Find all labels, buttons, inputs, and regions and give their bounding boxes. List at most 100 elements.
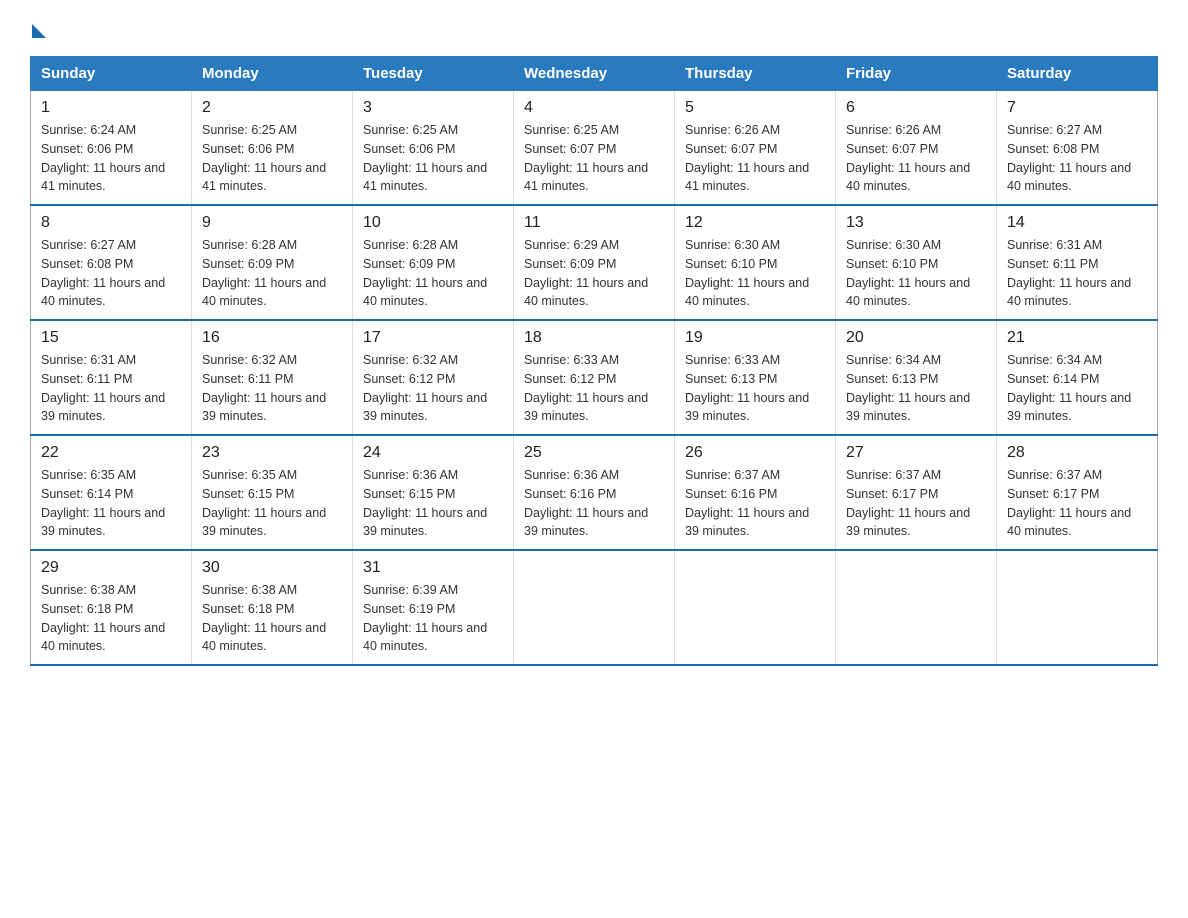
- day-number: 4: [524, 99, 664, 117]
- day-info: Sunrise: 6:32 AMSunset: 6:11 PMDaylight:…: [202, 353, 326, 423]
- day-cell: 23 Sunrise: 6:35 AMSunset: 6:15 PMDaylig…: [192, 435, 353, 550]
- day-info: Sunrise: 6:24 AMSunset: 6:06 PMDaylight:…: [41, 123, 165, 193]
- day-info: Sunrise: 6:33 AMSunset: 6:13 PMDaylight:…: [685, 353, 809, 423]
- day-info: Sunrise: 6:34 AMSunset: 6:14 PMDaylight:…: [1007, 353, 1131, 423]
- day-cell: 29 Sunrise: 6:38 AMSunset: 6:18 PMDaylig…: [31, 550, 192, 665]
- day-cell: 20 Sunrise: 6:34 AMSunset: 6:13 PMDaylig…: [836, 320, 997, 435]
- day-cell: 8 Sunrise: 6:27 AMSunset: 6:08 PMDayligh…: [31, 205, 192, 320]
- day-cell: [836, 550, 997, 665]
- day-cell: 24 Sunrise: 6:36 AMSunset: 6:15 PMDaylig…: [353, 435, 514, 550]
- day-info: Sunrise: 6:36 AMSunset: 6:15 PMDaylight:…: [363, 468, 487, 538]
- day-info: Sunrise: 6:37 AMSunset: 6:17 PMDaylight:…: [1007, 468, 1131, 538]
- day-info: Sunrise: 6:35 AMSunset: 6:15 PMDaylight:…: [202, 468, 326, 538]
- day-number: 30: [202, 559, 342, 577]
- day-cell: [514, 550, 675, 665]
- day-number: 28: [1007, 444, 1147, 462]
- day-cell: [675, 550, 836, 665]
- day-info: Sunrise: 6:28 AMSunset: 6:09 PMDaylight:…: [363, 238, 487, 308]
- header-sunday: Sunday: [31, 57, 192, 91]
- day-number: 8: [41, 214, 181, 232]
- day-info: Sunrise: 6:29 AMSunset: 6:09 PMDaylight:…: [524, 238, 648, 308]
- day-number: 17: [363, 329, 503, 347]
- day-info: Sunrise: 6:37 AMSunset: 6:16 PMDaylight:…: [685, 468, 809, 538]
- day-number: 15: [41, 329, 181, 347]
- day-cell: 6 Sunrise: 6:26 AMSunset: 6:07 PMDayligh…: [836, 91, 997, 206]
- day-info: Sunrise: 6:30 AMSunset: 6:10 PMDaylight:…: [846, 238, 970, 308]
- day-number: 18: [524, 329, 664, 347]
- day-info: Sunrise: 6:33 AMSunset: 6:12 PMDaylight:…: [524, 353, 648, 423]
- day-number: 2: [202, 99, 342, 117]
- day-cell: 30 Sunrise: 6:38 AMSunset: 6:18 PMDaylig…: [192, 550, 353, 665]
- day-number: 9: [202, 214, 342, 232]
- day-number: 20: [846, 329, 986, 347]
- day-cell: 17 Sunrise: 6:32 AMSunset: 6:12 PMDaylig…: [353, 320, 514, 435]
- day-info: Sunrise: 6:39 AMSunset: 6:19 PMDaylight:…: [363, 583, 487, 653]
- day-info: Sunrise: 6:27 AMSunset: 6:08 PMDaylight:…: [41, 238, 165, 308]
- day-cell: 13 Sunrise: 6:30 AMSunset: 6:10 PMDaylig…: [836, 205, 997, 320]
- day-number: 11: [524, 214, 664, 232]
- day-cell: 19 Sunrise: 6:33 AMSunset: 6:13 PMDaylig…: [675, 320, 836, 435]
- day-number: 14: [1007, 214, 1147, 232]
- header-tuesday: Tuesday: [353, 57, 514, 91]
- calendar-table: SundayMondayTuesdayWednesdayThursdayFrid…: [30, 56, 1158, 666]
- day-cell: 4 Sunrise: 6:25 AMSunset: 6:07 PMDayligh…: [514, 91, 675, 206]
- day-number: 13: [846, 214, 986, 232]
- day-number: 26: [685, 444, 825, 462]
- day-number: 31: [363, 559, 503, 577]
- day-cell: 21 Sunrise: 6:34 AMSunset: 6:14 PMDaylig…: [997, 320, 1158, 435]
- day-cell: 12 Sunrise: 6:30 AMSunset: 6:10 PMDaylig…: [675, 205, 836, 320]
- day-cell: 14 Sunrise: 6:31 AMSunset: 6:11 PMDaylig…: [997, 205, 1158, 320]
- day-number: 10: [363, 214, 503, 232]
- day-number: 24: [363, 444, 503, 462]
- day-info: Sunrise: 6:32 AMSunset: 6:12 PMDaylight:…: [363, 353, 487, 423]
- header-monday: Monday: [192, 57, 353, 91]
- day-info: Sunrise: 6:25 AMSunset: 6:06 PMDaylight:…: [202, 123, 326, 193]
- day-cell: 10 Sunrise: 6:28 AMSunset: 6:09 PMDaylig…: [353, 205, 514, 320]
- day-info: Sunrise: 6:28 AMSunset: 6:09 PMDaylight:…: [202, 238, 326, 308]
- day-number: 29: [41, 559, 181, 577]
- header-thursday: Thursday: [675, 57, 836, 91]
- day-number: 21: [1007, 329, 1147, 347]
- day-cell: [997, 550, 1158, 665]
- week-row-1: 1 Sunrise: 6:24 AMSunset: 6:06 PMDayligh…: [31, 91, 1158, 206]
- day-info: Sunrise: 6:26 AMSunset: 6:07 PMDaylight:…: [685, 123, 809, 193]
- day-cell: 26 Sunrise: 6:37 AMSunset: 6:16 PMDaylig…: [675, 435, 836, 550]
- day-cell: 25 Sunrise: 6:36 AMSunset: 6:16 PMDaylig…: [514, 435, 675, 550]
- day-number: 25: [524, 444, 664, 462]
- day-info: Sunrise: 6:34 AMSunset: 6:13 PMDaylight:…: [846, 353, 970, 423]
- day-number: 12: [685, 214, 825, 232]
- day-cell: 16 Sunrise: 6:32 AMSunset: 6:11 PMDaylig…: [192, 320, 353, 435]
- day-info: Sunrise: 6:30 AMSunset: 6:10 PMDaylight:…: [685, 238, 809, 308]
- day-number: 6: [846, 99, 986, 117]
- day-cell: 22 Sunrise: 6:35 AMSunset: 6:14 PMDaylig…: [31, 435, 192, 550]
- week-row-4: 22 Sunrise: 6:35 AMSunset: 6:14 PMDaylig…: [31, 435, 1158, 550]
- day-number: 23: [202, 444, 342, 462]
- day-number: 7: [1007, 99, 1147, 117]
- day-cell: 5 Sunrise: 6:26 AMSunset: 6:07 PMDayligh…: [675, 91, 836, 206]
- day-cell: 3 Sunrise: 6:25 AMSunset: 6:06 PMDayligh…: [353, 91, 514, 206]
- week-row-5: 29 Sunrise: 6:38 AMSunset: 6:18 PMDaylig…: [31, 550, 1158, 665]
- day-info: Sunrise: 6:37 AMSunset: 6:17 PMDaylight:…: [846, 468, 970, 538]
- day-cell: 15 Sunrise: 6:31 AMSunset: 6:11 PMDaylig…: [31, 320, 192, 435]
- header: [30, 20, 1158, 38]
- week-row-2: 8 Sunrise: 6:27 AMSunset: 6:08 PMDayligh…: [31, 205, 1158, 320]
- day-number: 16: [202, 329, 342, 347]
- header-friday: Friday: [836, 57, 997, 91]
- day-info: Sunrise: 6:27 AMSunset: 6:08 PMDaylight:…: [1007, 123, 1131, 193]
- logo: [30, 20, 46, 38]
- header-saturday: Saturday: [997, 57, 1158, 91]
- day-info: Sunrise: 6:38 AMSunset: 6:18 PMDaylight:…: [202, 583, 326, 653]
- day-number: 22: [41, 444, 181, 462]
- logo-triangle-icon: [32, 24, 46, 38]
- day-info: Sunrise: 6:31 AMSunset: 6:11 PMDaylight:…: [1007, 238, 1131, 308]
- day-cell: 2 Sunrise: 6:25 AMSunset: 6:06 PMDayligh…: [192, 91, 353, 206]
- day-info: Sunrise: 6:36 AMSunset: 6:16 PMDaylight:…: [524, 468, 648, 538]
- day-number: 19: [685, 329, 825, 347]
- day-info: Sunrise: 6:31 AMSunset: 6:11 PMDaylight:…: [41, 353, 165, 423]
- day-number: 1: [41, 99, 181, 117]
- day-info: Sunrise: 6:26 AMSunset: 6:07 PMDaylight:…: [846, 123, 970, 193]
- day-cell: 31 Sunrise: 6:39 AMSunset: 6:19 PMDaylig…: [353, 550, 514, 665]
- week-row-3: 15 Sunrise: 6:31 AMSunset: 6:11 PMDaylig…: [31, 320, 1158, 435]
- day-info: Sunrise: 6:25 AMSunset: 6:06 PMDaylight:…: [363, 123, 487, 193]
- day-number: 27: [846, 444, 986, 462]
